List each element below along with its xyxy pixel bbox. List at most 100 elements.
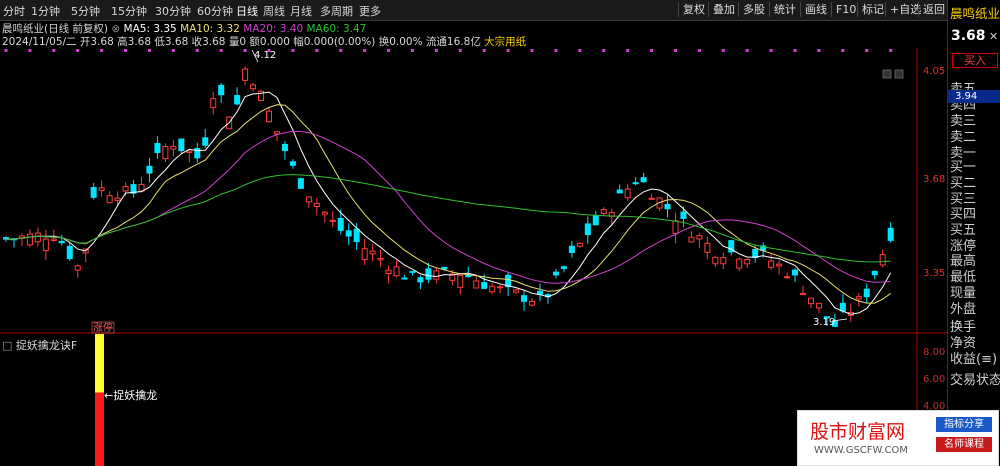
candle-body bbox=[776, 263, 783, 267]
period-tab-weekly[interactable]: 周线 bbox=[263, 3, 285, 19]
order-book-row: 交易状态 bbox=[950, 373, 1000, 388]
candle-body bbox=[242, 68, 249, 81]
candle-body bbox=[600, 209, 607, 215]
period-tab-daily[interactable]: 日线 bbox=[236, 3, 258, 19]
back-button[interactable]: 返回 bbox=[918, 2, 949, 17]
period-tab-5min[interactable]: 5分钟 bbox=[71, 3, 100, 19]
signal-dot bbox=[721, 49, 725, 52]
expand-icon[interactable] bbox=[894, 69, 904, 79]
candle-body bbox=[170, 145, 177, 150]
candle-body bbox=[521, 295, 528, 302]
candle-body bbox=[568, 245, 575, 253]
candle-body bbox=[616, 189, 623, 194]
candle-body bbox=[624, 188, 631, 199]
signal-dot bbox=[482, 49, 486, 52]
candle-body bbox=[90, 187, 97, 198]
candle-body bbox=[353, 228, 360, 243]
restore-rights-button[interactable]: 复权 bbox=[678, 2, 709, 17]
candle-body bbox=[106, 195, 113, 204]
period-tab-30min[interactable]: 30分钟 bbox=[155, 3, 191, 19]
f10-button[interactable]: F10 bbox=[831, 2, 860, 17]
draw-line-button[interactable]: 画线 bbox=[800, 2, 831, 17]
indicator-tick: 6.00 bbox=[923, 374, 946, 385]
price-tick: 3.35 bbox=[923, 268, 946, 279]
candle-body bbox=[696, 235, 703, 240]
candle-body bbox=[34, 232, 41, 243]
signal-dot bbox=[817, 49, 821, 52]
watermark-tag-course: 名师课程 bbox=[936, 437, 992, 452]
statistics-button[interactable]: 统计 bbox=[769, 2, 800, 17]
indicator-name: 捉妖擒龙诀F bbox=[15, 339, 78, 352]
candle-body bbox=[154, 142, 161, 154]
bar-info-line: 2024/11/05/二 开3.68 高3.68 低3.68 收3.68 量0 … bbox=[2, 34, 526, 49]
indicator-signal-label: ←捉妖擒龙 bbox=[104, 389, 158, 402]
candle-body bbox=[879, 254, 886, 266]
signal-dot bbox=[865, 49, 869, 52]
candle-body bbox=[361, 248, 368, 260]
candle-body bbox=[736, 258, 743, 269]
candle-body bbox=[632, 182, 639, 185]
candle-body bbox=[250, 84, 257, 90]
bar-amount: 额0.000 bbox=[249, 36, 290, 48]
candle-body bbox=[377, 257, 384, 261]
toggle-icon[interactable] bbox=[882, 69, 892, 79]
candle-body bbox=[513, 289, 520, 293]
period-tab-1min[interactable]: 1分钟 bbox=[31, 3, 60, 19]
price-tick: 3.68 bbox=[923, 174, 946, 185]
candle-body bbox=[712, 256, 719, 265]
signal-dot bbox=[793, 49, 797, 52]
multi-stock-button[interactable]: 多股 bbox=[738, 2, 769, 17]
limit-up-tag: 涨停 bbox=[93, 321, 113, 334]
candle-body bbox=[345, 230, 352, 237]
candle-body bbox=[273, 131, 280, 135]
signal-dot bbox=[147, 49, 151, 52]
candle-body bbox=[704, 242, 711, 253]
period-tab-15min[interactable]: 15分钟 bbox=[111, 3, 147, 19]
period-tab-60min[interactable]: 60分钟 bbox=[197, 3, 233, 19]
candle-body bbox=[234, 95, 241, 105]
bar-sector[interactable]: 大宗用纸 bbox=[484, 36, 526, 48]
signal-dot bbox=[769, 49, 773, 52]
candle-body bbox=[465, 274, 472, 278]
period-tab-monthly[interactable]: 月线 bbox=[290, 3, 312, 19]
signal-dot bbox=[578, 49, 582, 52]
candle-body bbox=[210, 98, 217, 108]
mark-button[interactable]: 标记 bbox=[857, 2, 888, 17]
current-price: 3.68 bbox=[951, 28, 986, 44]
candle-body bbox=[768, 260, 775, 268]
high-annotation: 4.12 bbox=[254, 50, 276, 61]
signal-dots bbox=[4, 49, 893, 52]
price-tick: 4.05 bbox=[923, 66, 946, 77]
candle-body bbox=[313, 202, 320, 207]
period-tab-more[interactable]: 更多 bbox=[359, 3, 381, 19]
signal-dot bbox=[410, 49, 414, 52]
signal-dot bbox=[602, 49, 606, 52]
candle-body bbox=[584, 223, 591, 236]
buy-button[interactable]: 买入 bbox=[952, 53, 998, 68]
close-icon[interactable]: ✕ bbox=[989, 30, 998, 43]
indicator-menu-icon[interactable]: □ bbox=[2, 339, 16, 352]
indicator-title[interactable]: □ 捉妖擒龙诀F bbox=[2, 337, 77, 353]
period-tab-multi[interactable]: 多周期 bbox=[320, 3, 353, 19]
signal-dot bbox=[291, 49, 295, 52]
signal-dot bbox=[458, 49, 462, 52]
period-tab-intraday[interactable]: 分时 bbox=[3, 3, 25, 19]
candle-body bbox=[529, 300, 536, 306]
signal-dot bbox=[554, 49, 558, 52]
watermark-logo: 股市财富网 指标分享 名师课程 WWW.GSCFW.COM bbox=[797, 410, 999, 466]
toolbar: 分时 1分钟 5分钟 15分钟 30分钟 60分钟 日线 周线 月线 多周期 更… bbox=[0, 0, 947, 21]
signal-dot bbox=[387, 49, 391, 52]
candle-body bbox=[337, 217, 344, 231]
candle-body bbox=[457, 274, 464, 288]
order-book-row: 收益(≡) bbox=[950, 352, 998, 367]
ma5-line bbox=[5, 91, 892, 315]
signal-dot bbox=[889, 49, 893, 52]
overlay-button[interactable]: 叠加 bbox=[708, 2, 739, 17]
kline-chart[interactable]: 4.12 3.19 涨停 bbox=[0, 48, 947, 466]
candle-body bbox=[74, 265, 81, 271]
candle-body bbox=[393, 266, 400, 277]
signal-dot bbox=[363, 49, 367, 52]
candle-body bbox=[178, 138, 185, 152]
signal-dot bbox=[195, 49, 199, 52]
candle-body bbox=[66, 245, 73, 260]
